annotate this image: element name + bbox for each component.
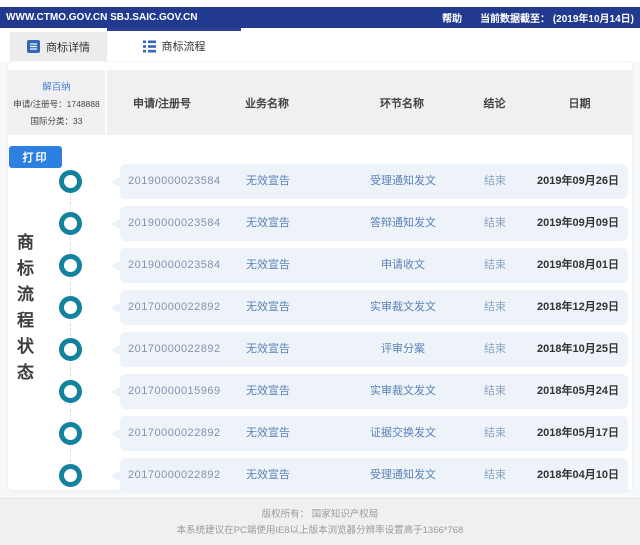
process-rows: 20190000023584 无效宣告 受理通知发文 结束 2019年09月26… <box>111 0 628 545</box>
cell-step-name: 证据交换发文 <box>370 427 436 439</box>
cell-conclusion: 结束 <box>484 175 506 187</box>
row-pointer-icon <box>111 343 121 356</box>
cell-business-name: 无效宣告 <box>246 343 290 355</box>
cell-business-name: 无效宣告 <box>246 175 290 187</box>
cell-date: 2018年05月17日 <box>537 427 619 439</box>
registration-number-label: 申请/注册号： <box>13 98 67 109</box>
tab-trademark-details[interactable]: 商标详情 <box>10 32 107 61</box>
registration-number-line: 申请/注册号：1748888 <box>13 98 99 110</box>
cell-step-name: 实审裁文发文 <box>370 301 436 313</box>
row-pointer-icon <box>111 385 121 398</box>
trademark-name: 解百纳 <box>42 81 71 93</box>
cell-date: 2018年12月29日 <box>537 301 619 313</box>
print-button[interactable]: 打印 <box>9 146 62 168</box>
process-row[interactable]: 20170000022892 无效宣告 证据交换发文 结束 2018年05月17… <box>111 416 628 451</box>
process-row[interactable]: 20190000023584 无效宣告 申请收文 结束 2019年08月01日 <box>111 248 628 283</box>
copyright-line: 版权所有： 国家知识产权局 <box>261 509 379 520</box>
cell-conclusion: 结束 <box>484 469 506 481</box>
cell-date: 2019年08月01日 <box>537 259 619 271</box>
cell-business-name: 无效宣告 <box>246 385 290 397</box>
trademark-process-page: WWW.CTMO.GOV.CN SBJ.SAIC.GOV.CN 帮助 当前数据截… <box>0 0 640 545</box>
cell-business-name: 无效宣告 <box>246 301 290 313</box>
cell-step-name: 评审分案 <box>381 343 425 355</box>
timeline-node-icon <box>59 380 82 403</box>
cell-date: 2019年09月26日 <box>537 175 619 187</box>
row-pointer-icon <box>111 175 121 188</box>
timeline-node-icon <box>59 212 82 235</box>
footer: 版权所有： 国家知识产权局 本系统建议在PC端使用IE8以上版本浏览器分辨率设置… <box>0 498 640 545</box>
cell-date: 2018年04月10日 <box>537 469 619 481</box>
timeline-node-icon <box>59 338 82 361</box>
tab-label: 商标详情 <box>46 41 90 54</box>
cell-business-name: 无效宣告 <box>246 259 290 271</box>
intl-class-line: 国际分类：33 <box>31 115 83 127</box>
registration-number-value: 1748888 <box>66 98 100 109</box>
cell-conclusion: 结束 <box>484 259 506 271</box>
document-icon <box>27 40 40 53</box>
process-row[interactable]: 20190000023584 无效宣告 受理通知发文 结束 2019年09月26… <box>111 164 628 199</box>
cell-conclusion: 结束 <box>484 385 506 397</box>
cell-business-name: 无效宣告 <box>246 427 290 439</box>
cell-step-name: 申请收文 <box>381 259 425 271</box>
cell-business-name: 无效宣告 <box>246 469 290 481</box>
intl-class-label: 国际分类： <box>30 115 74 126</box>
row-pointer-icon <box>111 259 121 272</box>
cell-conclusion: 结束 <box>484 217 506 229</box>
row-pointer-icon <box>111 217 121 230</box>
row-pointer-icon <box>111 301 121 314</box>
timeline-node-icon <box>59 464 82 487</box>
timeline-node-icon <box>59 296 82 319</box>
cell-step-name: 受理通知发文 <box>370 175 436 187</box>
process-row[interactable]: 20170000022892 无效宣告 实审裁文发文 结束 2018年12月29… <box>111 290 628 325</box>
cell-conclusion: 结束 <box>484 343 506 355</box>
cell-step-name: 答辩通知发文 <box>370 217 436 229</box>
browser-advice-line: 本系统建议在PC端使用IE8以上版本浏览器分辨率设置高于1366*768 <box>176 525 464 536</box>
process-row[interactable]: 20170000022892 无效宣告 评审分案 结束 2018年10月25日 <box>111 332 628 367</box>
timeline-node-icon <box>59 422 82 445</box>
cell-step-name: 实审裁文发文 <box>370 385 436 397</box>
cell-date: 2019年09月09日 <box>537 217 619 229</box>
cell-business-name: 无效宣告 <box>246 217 290 229</box>
cell-conclusion: 结束 <box>484 301 506 313</box>
cell-step-name: 受理通知发文 <box>370 469 436 481</box>
row-pointer-icon <box>111 427 121 440</box>
process-row[interactable]: 20190000023584 无效宣告 答辩通知发文 结束 2019年09月09… <box>111 206 628 241</box>
process-row[interactable]: 20170000022892 无效宣告 受理通知发文 结束 2018年04月10… <box>111 458 628 493</box>
cell-date: 2018年10月25日 <box>537 343 619 355</box>
cell-date: 2018年05月24日 <box>537 385 619 397</box>
row-pointer-icon <box>111 469 121 482</box>
trademark-info-panel: 解百纳 申请/注册号：1748888 国际分类：33 <box>8 70 105 135</box>
process-row[interactable]: 20170000015969 无效宣告 实审裁文发文 结束 2018年05月24… <box>111 374 628 409</box>
intl-class-value: 33 <box>73 115 83 126</box>
page-title-vertical: 商标流程状态 <box>14 233 33 389</box>
timeline-node-icon <box>59 170 82 193</box>
timeline-node-icon <box>59 254 82 277</box>
cell-conclusion: 结束 <box>484 427 506 439</box>
